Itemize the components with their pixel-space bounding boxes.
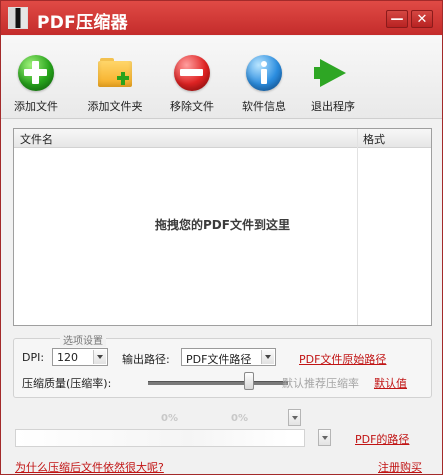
recommended-text: 默认推荐压缩率 [282, 377, 359, 390]
why-large-link[interactable]: 为什么压缩后文件依然很大呢? [15, 459, 164, 475]
add-file-icon [17, 54, 55, 92]
column-format[interactable]: 格式 [363, 131, 385, 147]
add-file-label: 添加文件 [14, 100, 58, 113]
remove-file-icon [173, 54, 211, 92]
drop-hint: 拖拽您的PDF文件到这里 [155, 218, 290, 232]
quality-slider-track[interactable] [148, 381, 288, 385]
progress-percent-2: 0% [231, 413, 248, 424]
options-panel: 选项设置 DPI: 120 输出路径: PDF文件路径 PDF文件原始路径 压缩… [13, 332, 432, 398]
dpi-value: 120 [57, 351, 78, 364]
pdf-path-link[interactable]: PDF的路径 [355, 431, 409, 447]
output-dropdown-icon [261, 350, 274, 364]
output-path-value: PDF文件路径 [186, 353, 252, 366]
dpi-dropdown-icon [93, 350, 106, 364]
close-button[interactable]: ✕ [411, 10, 433, 28]
toolbar: 添加文件 添加文件夹 移除文件 软件信息 退出程序 [1, 36, 442, 119]
exit-arrow-icon [314, 54, 352, 92]
progress-dropdown-2[interactable] [318, 429, 331, 446]
minimize-button[interactable]: — [386, 10, 408, 28]
dpi-select[interactable]: 120 [52, 348, 108, 366]
register-link[interactable]: 注册购买 [378, 459, 422, 475]
remove-file-label: 移除文件 [170, 100, 214, 113]
exit-label: 退出程序 [311, 100, 355, 113]
add-folder-icon [96, 54, 134, 92]
add-folder-label: 添加文件夹 [87, 100, 143, 113]
output-label: 输出路径: [122, 353, 170, 366]
remove-file-button[interactable]: 移除文件 [170, 54, 214, 113]
quality-slider-handle[interactable] [244, 372, 254, 390]
options-title: 选项设置 [60, 332, 106, 347]
info-icon [245, 54, 283, 92]
progress-bar [15, 429, 305, 447]
file-list-header: 文件名 格式 [14, 129, 431, 148]
title-bar[interactable]: PDF压缩器 — ✕ [1, 1, 442, 35]
software-info-button[interactable]: 软件信息 [242, 54, 286, 113]
quality-label: 压缩质量(压缩率): [22, 377, 112, 390]
window-title: PDF压缩器 [37, 13, 128, 33]
output-path-select[interactable]: PDF文件路径 [181, 348, 276, 366]
add-folder-button[interactable]: 添加文件夹 [88, 54, 143, 113]
default-link[interactable]: 默认值 [374, 375, 407, 391]
dpi-label: DPI: [22, 351, 45, 364]
progress-percent-1: 0% [161, 413, 178, 424]
original-path-link[interactable]: PDF文件原始路径 [299, 351, 386, 367]
column-file-name[interactable]: 文件名 [20, 131, 53, 147]
progress-dropdown-1[interactable] [288, 409, 301, 426]
progress-area: 0% 0% PDF的路径 [13, 405, 430, 455]
add-file-button[interactable]: 添加文件 [14, 54, 58, 113]
software-info-label: 软件信息 [242, 100, 286, 113]
file-list[interactable]: 文件名 格式 拖拽您的PDF文件到这里 [13, 128, 432, 326]
main-window: PDF压缩器 — ✕ 添加文件 添加文件夹 移除文件 软件信息 退出程序 文件名… [0, 0, 443, 475]
app-icon [8, 7, 28, 29]
exit-button[interactable]: 退出程序 [311, 54, 355, 113]
